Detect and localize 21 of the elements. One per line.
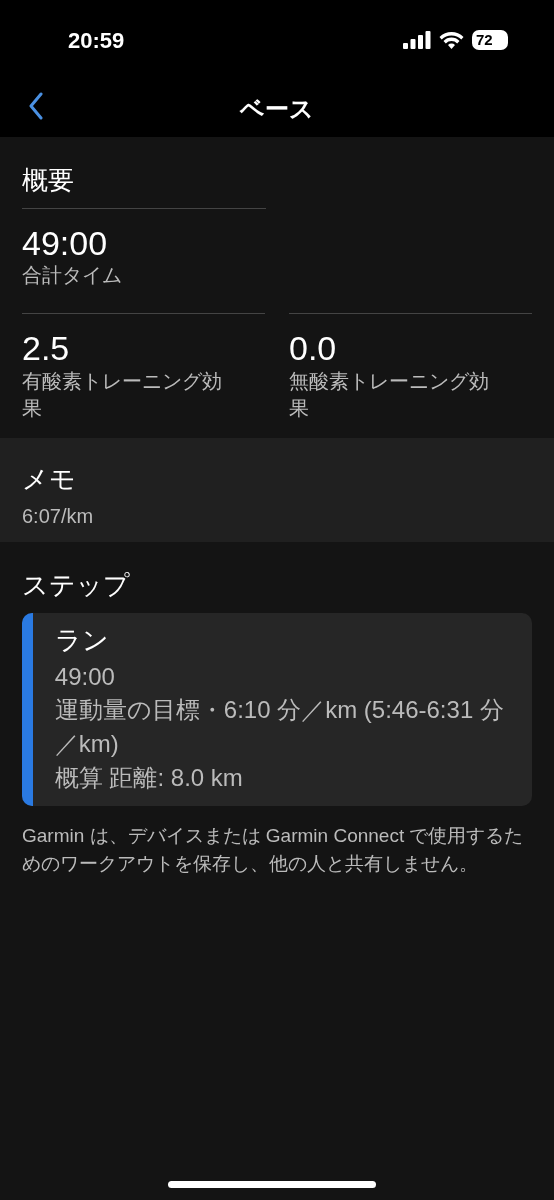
step-name: ラン <box>54 623 110 657</box>
section-title: ステップ <box>22 568 131 602</box>
signal-icon <box>403 31 431 49</box>
memo-text: 6:07/km <box>22 503 95 529</box>
section-title: 概要 <box>22 164 75 197</box>
back-button[interactable] <box>28 92 44 120</box>
status-time: 20:59 <box>68 26 125 55</box>
effect-value: 2.5 <box>22 330 71 368</box>
effect-label: 有酸素トレーニング効果 <box>22 368 223 421</box>
wifi-icon <box>439 31 464 49</box>
total-time-value: 49:00 <box>22 225 109 263</box>
privacy-note: Garmin は、デバイスまたは Garmin Connect で使用するためのワークアウトを保存し、他の人と共有しません。 <box>22 824 525 876</box>
step-target: 運動量の目標・6:10 分／km (5:46-6:31 分／km) <box>54 695 505 759</box>
memo-title: メモ <box>22 462 77 496</box>
step-distance: 概算 距離: 8.0 km <box>54 762 244 793</box>
effect-label: 無酸素トレーニング効果 <box>289 368 490 421</box>
battery-level: 72 <box>472 30 508 50</box>
effect-value: 0.0 <box>289 330 338 368</box>
screen-title: ベース <box>240 93 314 124</box>
total-time-label: 合計タイム <box>22 263 123 289</box>
step-duration: 49:00 <box>54 661 116 692</box>
